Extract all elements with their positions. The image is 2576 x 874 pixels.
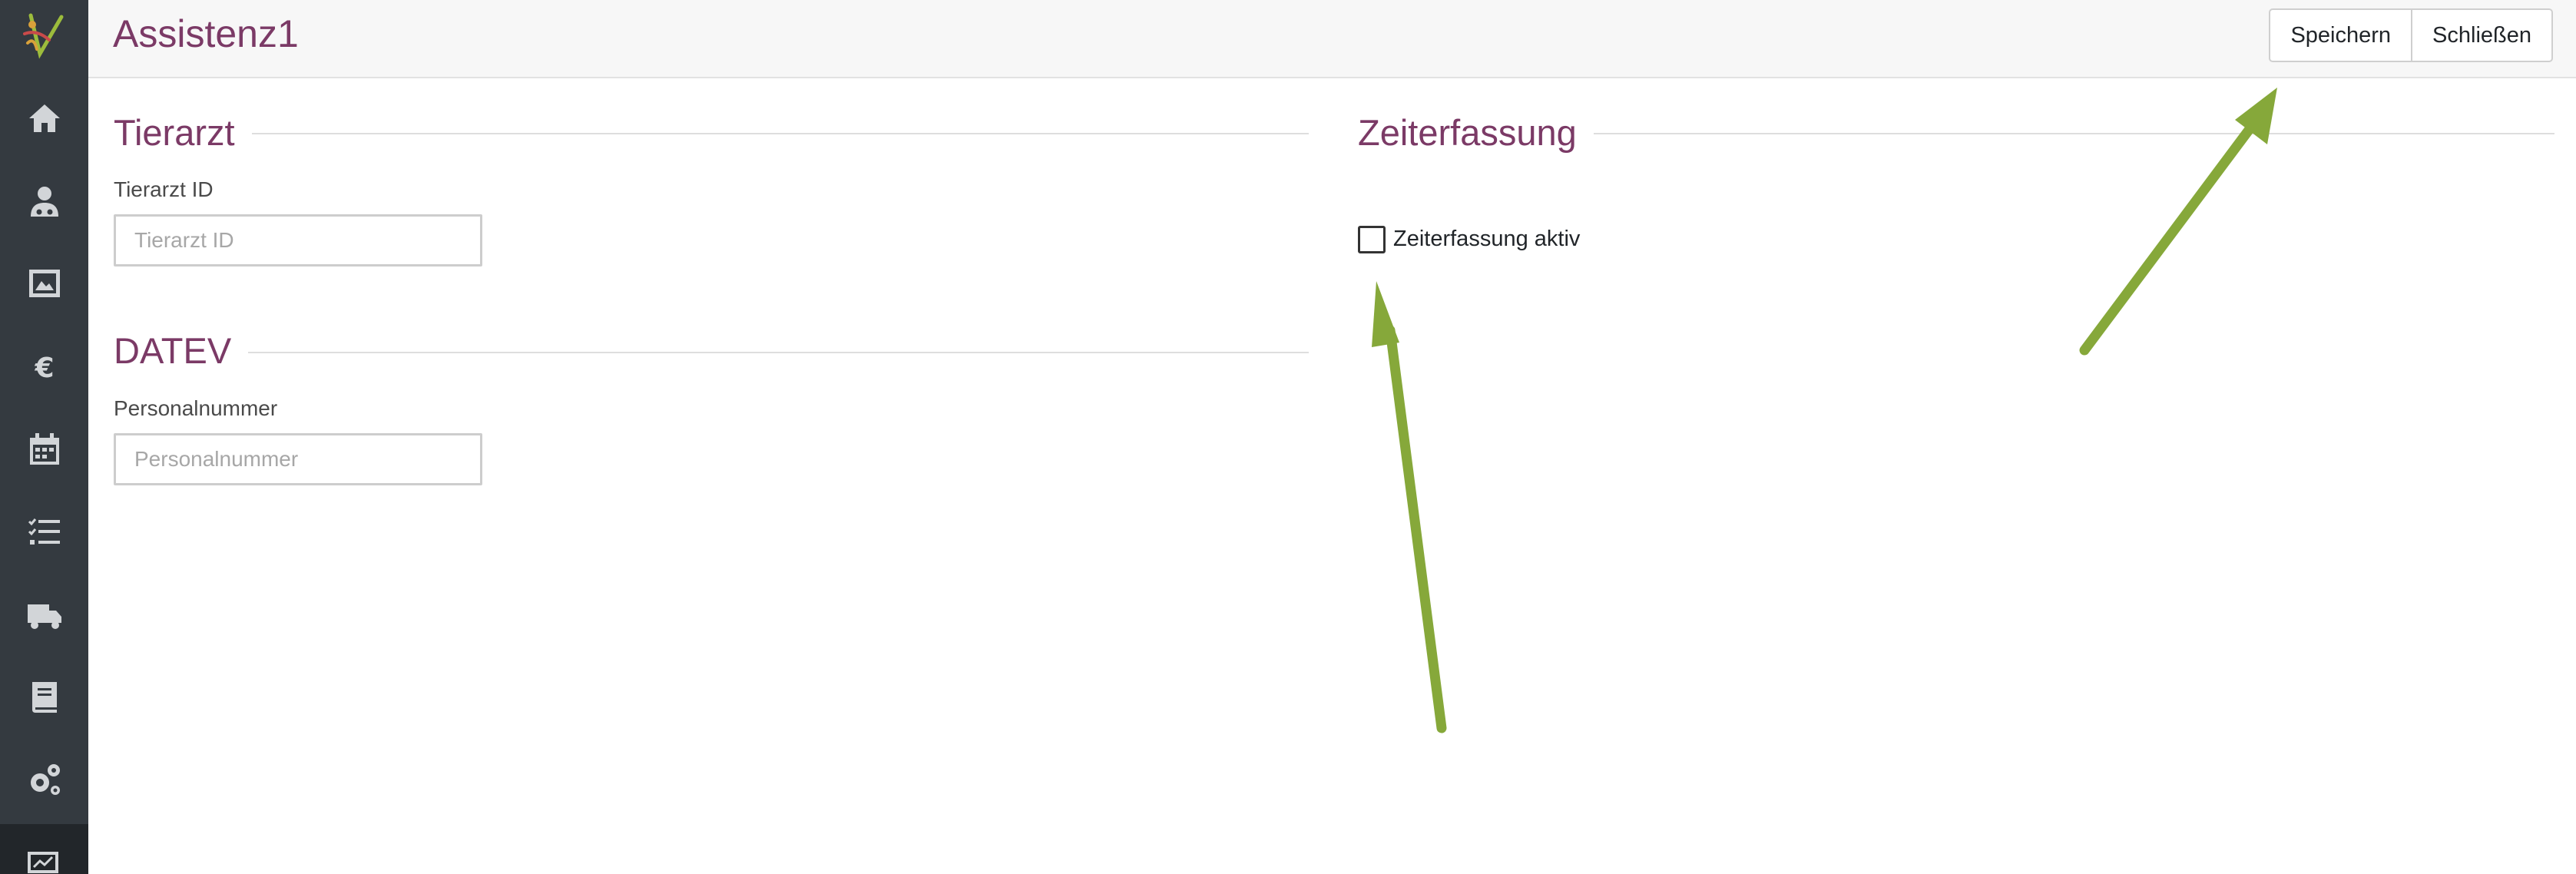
nav-home[interactable] <box>0 80 88 157</box>
book-icon <box>31 682 57 713</box>
chart-icon <box>27 852 58 873</box>
annotation-arrow-save <box>2079 88 2277 356</box>
personalnummer-label: Personalnummer <box>114 396 278 420</box>
nav-delivery[interactable] <box>0 577 88 654</box>
nav-book[interactable] <box>0 659 88 736</box>
zeiterfassung-checkbox-label[interactable]: Zeiterfassung aktiv <box>1393 225 1580 253</box>
home-icon <box>28 104 60 132</box>
close-button[interactable]: Schließen <box>2412 8 2553 62</box>
truck-icon <box>27 604 61 629</box>
nav-users[interactable] <box>0 163 88 240</box>
calendar-icon <box>29 433 59 465</box>
save-button[interactable]: Speichern <box>2269 8 2413 62</box>
user-doctor-icon <box>30 187 58 217</box>
tierarzt-id-input[interactable] <box>114 214 482 267</box>
app-logo[interactable] <box>14 6 75 68</box>
page-title: Assistenz1 <box>113 12 299 55</box>
nav-settings[interactable] <box>0 741 88 818</box>
task-list-icon <box>28 518 60 545</box>
image-icon <box>28 270 60 297</box>
nav-calendar[interactable] <box>0 411 88 488</box>
section-divider <box>114 133 1309 134</box>
settings-icon <box>30 764 60 795</box>
nav-reports[interactable] <box>0 824 88 874</box>
nav-gallery[interactable] <box>0 245 88 322</box>
euro-icon: € <box>34 353 54 384</box>
section-title-tierarzt: Tierarzt <box>114 111 252 154</box>
nav-finance[interactable]: € <box>0 328 88 405</box>
tierarzt-id-label: Tierarzt ID <box>114 177 214 201</box>
section-divider <box>114 352 1309 353</box>
section-title-datev: DATEV <box>114 329 249 372</box>
page-header: Assistenz1 Speichern Schließen <box>88 0 2576 78</box>
sidebar: € <box>0 0 88 874</box>
annotation-arrow-checkbox <box>1372 281 1447 733</box>
zeiterfassung-checkbox[interactable] <box>1358 226 1386 253</box>
svg-text:€: € <box>34 353 54 384</box>
toolbar: Speichern Schließen <box>2269 8 2553 62</box>
section-title-zeiterfassung: Zeiterfassung <box>1358 111 1594 154</box>
nav-tasks[interactable] <box>0 494 88 571</box>
personalnummer-input[interactable] <box>114 433 482 485</box>
